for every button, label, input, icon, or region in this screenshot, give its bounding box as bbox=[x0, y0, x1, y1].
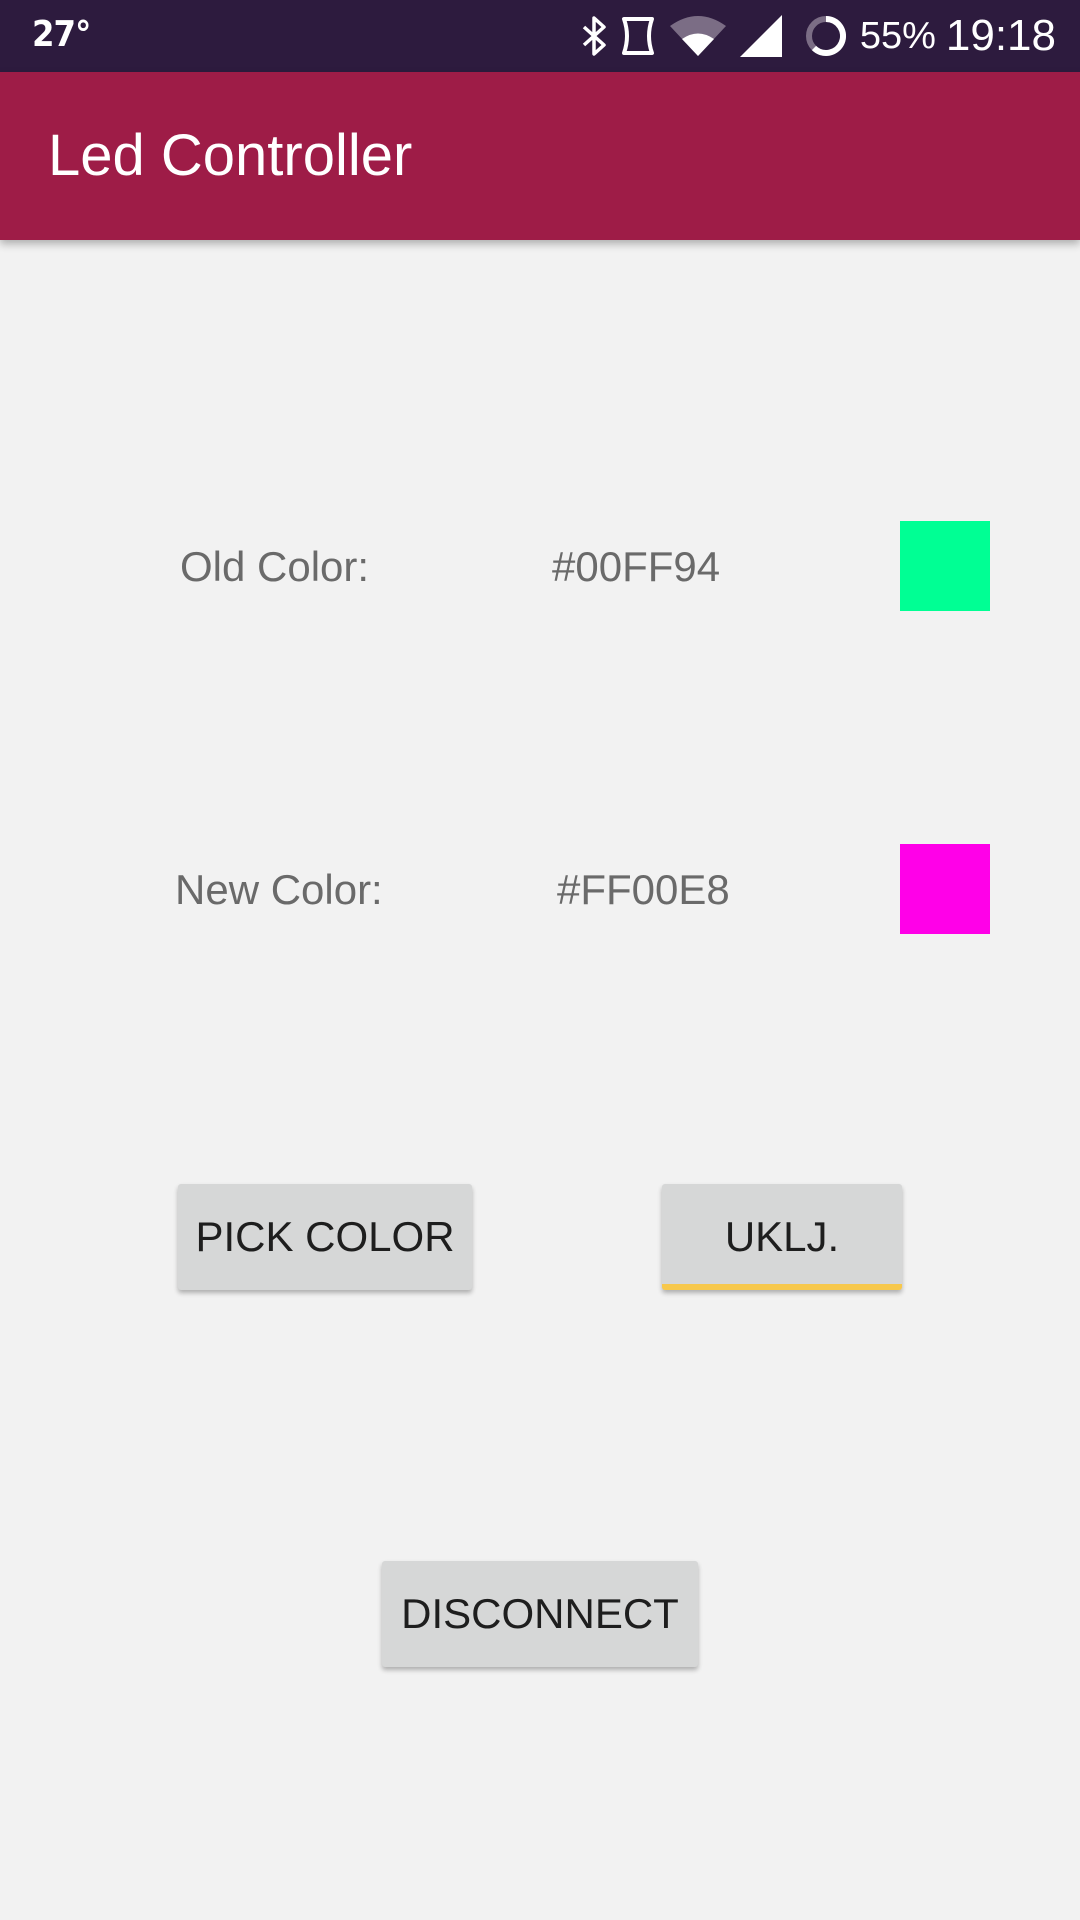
focus-underline bbox=[662, 1284, 902, 1290]
old-color-label: Old Color: bbox=[180, 543, 370, 590]
app-title: Led Controller bbox=[48, 123, 413, 188]
status-temperature: 27° bbox=[32, 14, 91, 55]
toggle-on-button[interactable]: UKLJ. bbox=[662, 1184, 902, 1290]
battery-ring-icon bbox=[804, 14, 848, 58]
disconnect-button[interactable]: DISCONNECT bbox=[382, 1561, 698, 1667]
app-bar: Led Controller bbox=[0, 72, 1080, 240]
pick-color-button[interactable]: PICK COLOR bbox=[178, 1184, 472, 1290]
screen: 27° 55% 19:18 Led Controller Old Color: … bbox=[0, 0, 1080, 1920]
pick-color-button-label: PICK COLOR bbox=[195, 1213, 455, 1260]
wifi-icon bbox=[668, 14, 728, 58]
new-color-value: #FF00E8 bbox=[557, 866, 730, 913]
status-icons: 55% 19:18 bbox=[570, 0, 1056, 72]
battery-percent: 55% bbox=[859, 14, 936, 57]
status-bar: 27° 55% 19:18 bbox=[0, 0, 1080, 72]
status-time: 19:18 bbox=[945, 11, 1056, 60]
new-color-label: New Color: bbox=[175, 866, 383, 913]
cell-signal-icon bbox=[738, 13, 784, 59]
old-color-swatch bbox=[900, 521, 990, 611]
disconnect-button-label: DISCONNECT bbox=[401, 1590, 679, 1637]
old-color-value: #00FF94 bbox=[552, 543, 721, 590]
new-color-swatch bbox=[900, 844, 990, 934]
nfc-icon bbox=[618, 15, 658, 57]
toggle-on-button-label: UKLJ. bbox=[724, 1213, 840, 1260]
bluetooth-icon bbox=[580, 15, 608, 57]
